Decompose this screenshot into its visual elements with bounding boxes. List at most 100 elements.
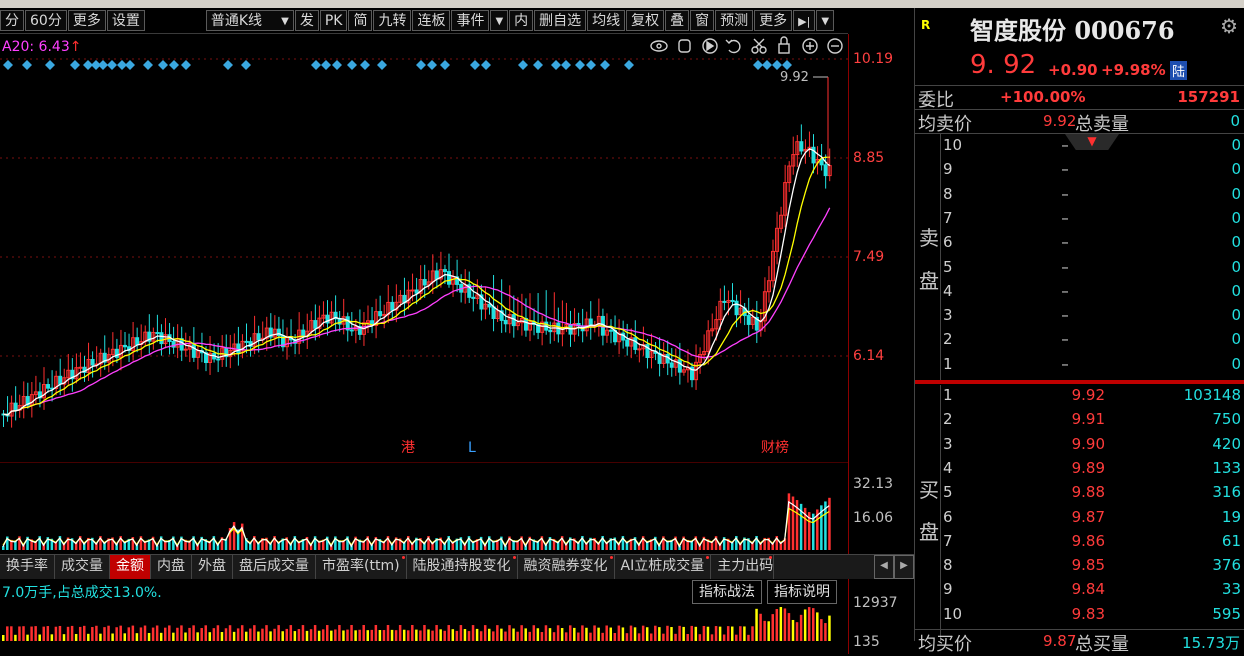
ma-button[interactable]: 均线 [587, 10, 626, 31]
tab-main-force[interactable]: 主力出码 [711, 555, 775, 579]
buy-level-row[interactable]: 10 9.83 595 [915, 605, 1244, 629]
amount-bar [115, 627, 118, 641]
r-logo: R [921, 18, 931, 32]
amount-bar [188, 627, 191, 641]
tab-turnover[interactable]: 换手率 [0, 555, 55, 579]
sell-level-row[interactable]: 6 – 0 [915, 233, 1244, 257]
signal-diamond [98, 60, 108, 70]
period-60min-button[interactable]: 60分 [25, 10, 67, 31]
buy-level-row[interactable]: 9 9.84 33 [915, 580, 1244, 604]
adjust-button[interactable]: 复权 [626, 10, 665, 31]
signal-diamond [600, 60, 610, 70]
hand-icon[interactable] [678, 39, 691, 53]
sell-level-row[interactable]: 5 – 0 [915, 258, 1244, 282]
indicator-strategy-button[interactable]: 指标战法 [692, 580, 762, 604]
pk-button[interactable]: PK [319, 10, 348, 31]
sell-level-row[interactable]: 10 – 0 [915, 136, 1244, 160]
buy-level-row[interactable]: 3 9.90 420 [915, 435, 1244, 459]
kline-type-select[interactable]: 普通K线 ▼ [205, 10, 294, 31]
volume-axis-mid: 16.06 [853, 510, 894, 526]
zoom-out-icon[interactable] [827, 38, 843, 54]
amount-chart[interactable] [0, 604, 848, 641]
amount-bar [512, 628, 515, 641]
forecast-button[interactable]: 预测 [715, 10, 754, 31]
eye-icon[interactable] [650, 40, 668, 52]
sell-level-row[interactable]: 4 – 0 [915, 282, 1244, 306]
signal-diamond [416, 60, 426, 70]
level-number: 10 [943, 136, 963, 154]
amount-bar [552, 632, 556, 641]
play-icon[interactable] [702, 38, 718, 54]
event-dropdown-button[interactable]: ▼ [490, 10, 509, 31]
tab-amount[interactable]: 金额 [110, 555, 151, 579]
amount-bar [293, 631, 297, 641]
amount-bar [739, 626, 742, 641]
level-price: – [1061, 354, 1069, 373]
gear-icon[interactable]: ⚙ [1220, 14, 1238, 38]
tab-outer[interactable]: 外盘 [192, 555, 233, 579]
axis-label-top: 10.19 [853, 51, 894, 67]
tab-scroll-left-button[interactable]: ◀ [874, 555, 894, 579]
sell-level-row[interactable]: 2 – 0 [915, 330, 1244, 354]
sell-level-row[interactable]: 7 – 0 [915, 209, 1244, 233]
limit-board-button[interactable]: 连板 [412, 10, 451, 31]
buy-level-row[interactable]: 4 9.89 133 [915, 459, 1244, 483]
buy-level-row[interactable]: 2 9.91 750 [915, 410, 1244, 434]
zoom-in-icon[interactable] [802, 38, 818, 54]
event-button[interactable]: 事件 [451, 10, 490, 31]
pin-icon[interactable]: ▶| [793, 10, 816, 31]
tab-label: 内盘 [157, 558, 185, 574]
fa-button[interactable]: 发 [294, 10, 319, 31]
buy-level-row[interactable]: 8 9.85 376 [915, 556, 1244, 580]
period-minute-button[interactable]: 分 [0, 10, 24, 31]
settings-button[interactable]: 设置 [106, 10, 145, 31]
buy-level-row[interactable]: 5 9.88 316 [915, 483, 1244, 507]
amount-bar [305, 630, 309, 641]
candle-body [13, 402, 18, 411]
avg-buy-value: 9.87 [1043, 632, 1077, 650]
tab-volume[interactable]: 成交量 [55, 555, 110, 579]
period-more-button[interactable]: 更多 [67, 10, 106, 31]
tab-label: 外盘 [198, 558, 226, 574]
sell-level-row[interactable]: 9 – 0 [915, 160, 1244, 184]
sell-level-row[interactable]: 3 – 0 [915, 306, 1244, 330]
lock-icon[interactable] [778, 36, 790, 54]
remove-watchlist-button[interactable]: 删自选 [534, 10, 587, 31]
tab-northbound-holdings[interactable]: 陆股通持股变化 [407, 555, 518, 579]
tab-inner[interactable]: 内盘 [151, 555, 192, 579]
amount-bar [22, 626, 25, 641]
amount-bar [548, 628, 552, 641]
buy-level-row[interactable]: 1 9.92 103148 [915, 386, 1244, 410]
tab-margin-change[interactable]: 融资融券变化 [518, 555, 615, 579]
simple-button[interactable]: 简 [348, 10, 373, 31]
sell-level-row[interactable]: 8 – 0 [915, 185, 1244, 209]
tab-after-hours-volume[interactable]: 盘后成交量 [233, 555, 316, 579]
tab-scroll-right-button[interactable]: ▶ [894, 555, 914, 579]
scissors-icon[interactable] [751, 38, 767, 54]
buy-level-row[interactable]: 7 9.86 61 [915, 532, 1244, 556]
tab-pe-ttm[interactable]: 市盈率(ttm) [316, 555, 407, 579]
overlay-button[interactable]: 叠 [665, 10, 690, 31]
amount-bar [589, 632, 592, 641]
tab-ai-volume[interactable]: AI立桩成交量 [615, 555, 712, 579]
amount-bar [488, 628, 491, 641]
amount-bar [803, 609, 807, 641]
amount-bar [273, 628, 276, 641]
signal-diamonds [3, 60, 792, 70]
inner-button[interactable]: 内 [509, 10, 534, 31]
amount-bar [95, 625, 98, 641]
more-button[interactable]: 更多 [754, 10, 793, 31]
candlestick-chart[interactable]: A20: 6.43↑ 9.92 港 L 财榜 [0, 34, 848, 458]
candle-body [491, 306, 496, 320]
toolbar-dropdown-button[interactable]: ▼ [816, 10, 835, 31]
amount-bar [439, 629, 442, 641]
window-button[interactable]: 窗 [690, 10, 715, 31]
volume-chart[interactable] [0, 462, 848, 554]
amount-bar [710, 634, 714, 641]
nine-turn-button[interactable]: 九转 [373, 10, 412, 31]
amount-bar [135, 633, 139, 641]
buy-level-row[interactable]: 6 9.87 19 [915, 508, 1244, 532]
sell-level-row[interactable]: 1 – 0 [915, 355, 1244, 379]
undo-icon[interactable] [725, 39, 741, 54]
indicator-help-button[interactable]: 指标说明 [767, 580, 837, 604]
